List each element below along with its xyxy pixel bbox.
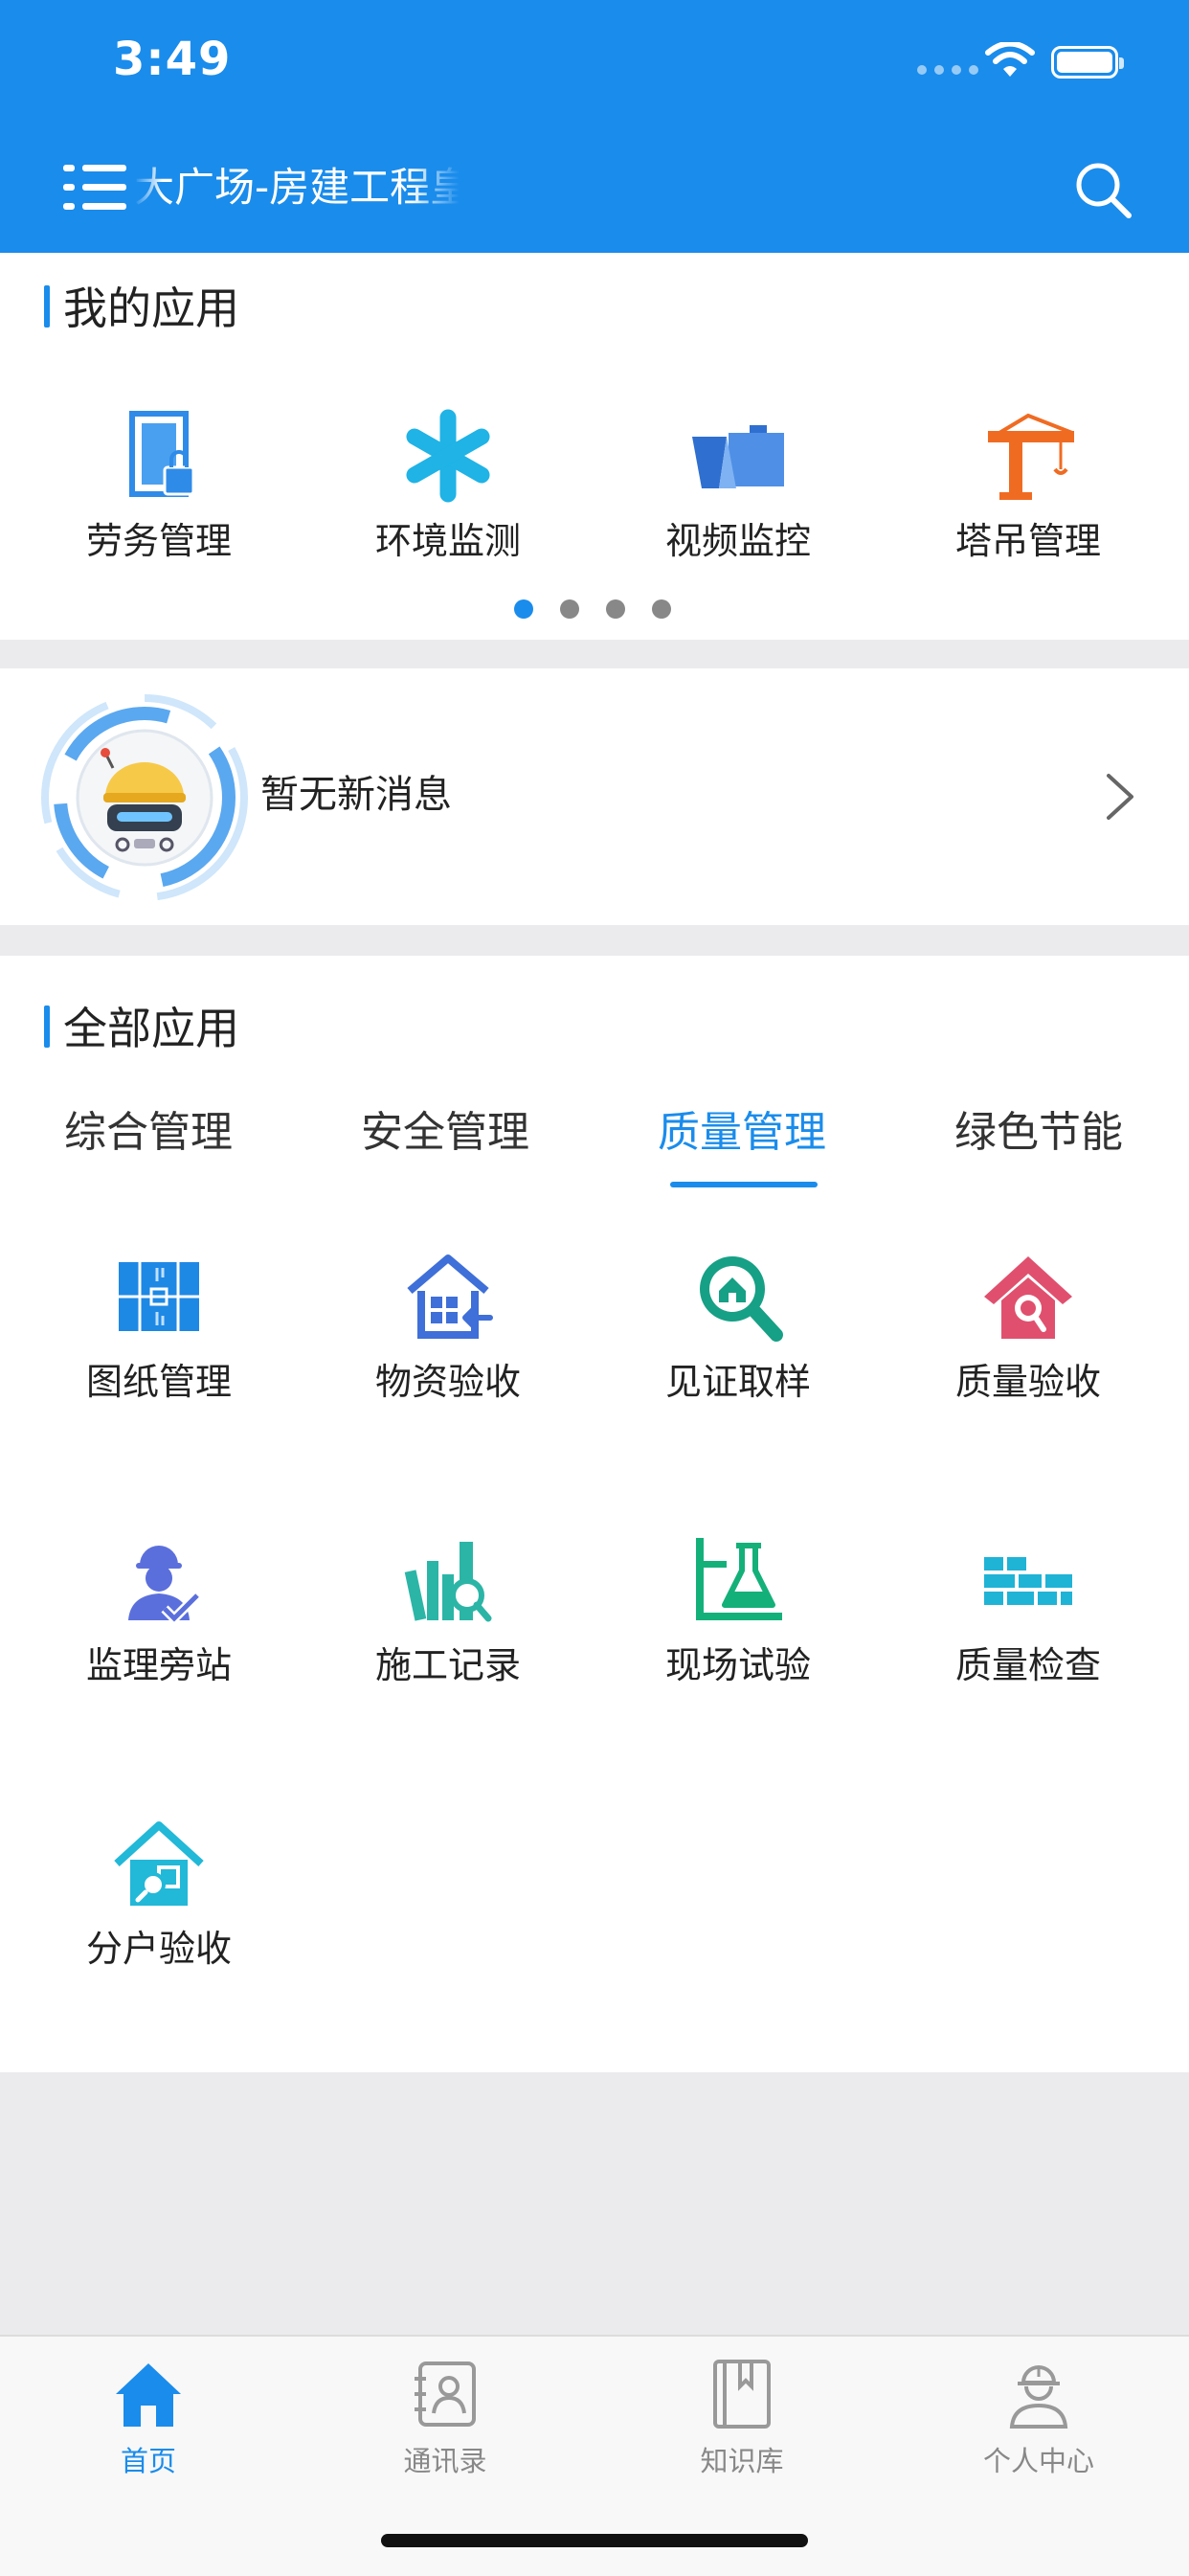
tab-general-management[interactable]: 综合管理 [0, 1101, 297, 1164]
tabbar-knowledge-base[interactable]: 知识库 [594, 2356, 890, 2480]
tab-safety-management[interactable]: 安全管理 [297, 1101, 594, 1164]
brick-wall-icon [984, 1557, 1072, 1605]
page-indicator[interactable] [514, 599, 671, 619]
page-dot[interactable] [652, 599, 671, 619]
app-quality-acceptance[interactable]: 质量验收 [883, 1249, 1174, 1406]
app-labor-management[interactable]: 劳务管理 [13, 408, 304, 565]
app-label: 质量检查 [954, 1644, 1101, 1686]
wifi-icon [985, 42, 1035, 77]
house-checkin-icon [407, 1254, 493, 1339]
contacts-icon [415, 2361, 476, 2427]
chevron-right-icon[interactable] [1103, 772, 1137, 822]
asterisk-icon [406, 409, 490, 503]
menu-list-icon[interactable] [63, 163, 126, 213]
home-icon [116, 2363, 181, 2427]
status-time: 3:49 [113, 33, 232, 86]
app-label: 分户验收 [85, 1928, 232, 1970]
book-icon [713, 2360, 771, 2429]
house-magnifier-icon [700, 1256, 783, 1342]
app-label: 监理旁站 [85, 1644, 232, 1686]
app-label: 质量验收 [954, 1361, 1101, 1403]
tower-crane-icon [988, 413, 1074, 500]
app-environment-monitoring[interactable]: 环境监测 [303, 408, 594, 565]
active-tab-indicator [670, 1182, 818, 1187]
app-label: 物资验收 [374, 1361, 521, 1403]
home-indicator[interactable] [381, 2534, 808, 2547]
app-video-surveillance[interactable]: 视频监控 [593, 408, 884, 565]
all-apps-title: 全部应用 [44, 1000, 239, 1057]
labor-door-icon [129, 411, 195, 497]
signal-dots-icon [917, 65, 978, 75]
tabbar-label: 知识库 [700, 2445, 784, 2477]
worker-icon [1009, 2365, 1068, 2429]
my-apps-title: 我的应用 [44, 280, 239, 337]
app-label: 现场试验 [664, 1644, 811, 1686]
tab-green-energy[interactable]: 绿色节能 [890, 1101, 1187, 1164]
app-label: 环境监测 [374, 520, 521, 562]
app-quality-inspection[interactable]: 质量检查 [883, 1532, 1174, 1689]
app-witness-sampling[interactable]: 见证取样 [593, 1249, 884, 1406]
app-drawing-management[interactable]: 图纸管理 [13, 1249, 304, 1406]
page-dot-active[interactable] [514, 599, 533, 619]
app-label: 施工记录 [374, 1644, 521, 1686]
flask-icon [696, 1538, 782, 1620]
house-inspect-icon [114, 1821, 204, 1906]
house-search-icon [984, 1256, 1072, 1339]
project-title[interactable]: 大广场-房建工程皇 [134, 159, 460, 216]
app-label: 塔吊管理 [954, 520, 1101, 562]
app-label: 劳务管理 [85, 520, 232, 562]
tabbar-home[interactable]: 首页 [0, 2356, 297, 2480]
blueprint-icon [119, 1262, 199, 1331]
folder-video-icon [692, 425, 784, 488]
tabbar-label: 个人中心 [982, 2445, 1094, 2477]
tab-quality-management[interactable]: 质量管理 [594, 1101, 890, 1164]
app-label: 视频监控 [664, 520, 811, 562]
app-supervision-sidestation[interactable]: 监理旁站 [13, 1532, 304, 1689]
search-icon[interactable] [1072, 159, 1133, 220]
tabbar-label: 通讯录 [403, 2445, 487, 2477]
battery-icon [1051, 46, 1124, 79]
app-label: 图纸管理 [85, 1361, 232, 1403]
header-bar: 3:49 大广场-房建工程皇 [0, 0, 1189, 253]
app-label: 见证取样 [664, 1361, 811, 1403]
supervisor-icon [128, 1546, 201, 1626]
books-search-icon [404, 1542, 492, 1622]
app-household-acceptance[interactable]: 分户验收 [13, 1816, 304, 1973]
app-material-acceptance[interactable]: 物资验收 [303, 1249, 594, 1406]
app-tower-crane[interactable]: 塔吊管理 [883, 408, 1174, 565]
tabbar-profile[interactable]: 个人中心 [890, 2356, 1187, 2480]
page-dot[interactable] [606, 599, 625, 619]
tabbar-contacts[interactable]: 通讯录 [297, 2356, 594, 2480]
page-dot[interactable] [560, 599, 579, 619]
robot-assistant-icon [41, 694, 248, 901]
app-construction-records[interactable]: 施工记录 [303, 1532, 594, 1689]
app-field-test[interactable]: 现场试验 [593, 1532, 884, 1689]
tabbar-label: 首页 [120, 2445, 176, 2477]
no-new-message-text: 暂无新消息 [260, 773, 452, 817]
